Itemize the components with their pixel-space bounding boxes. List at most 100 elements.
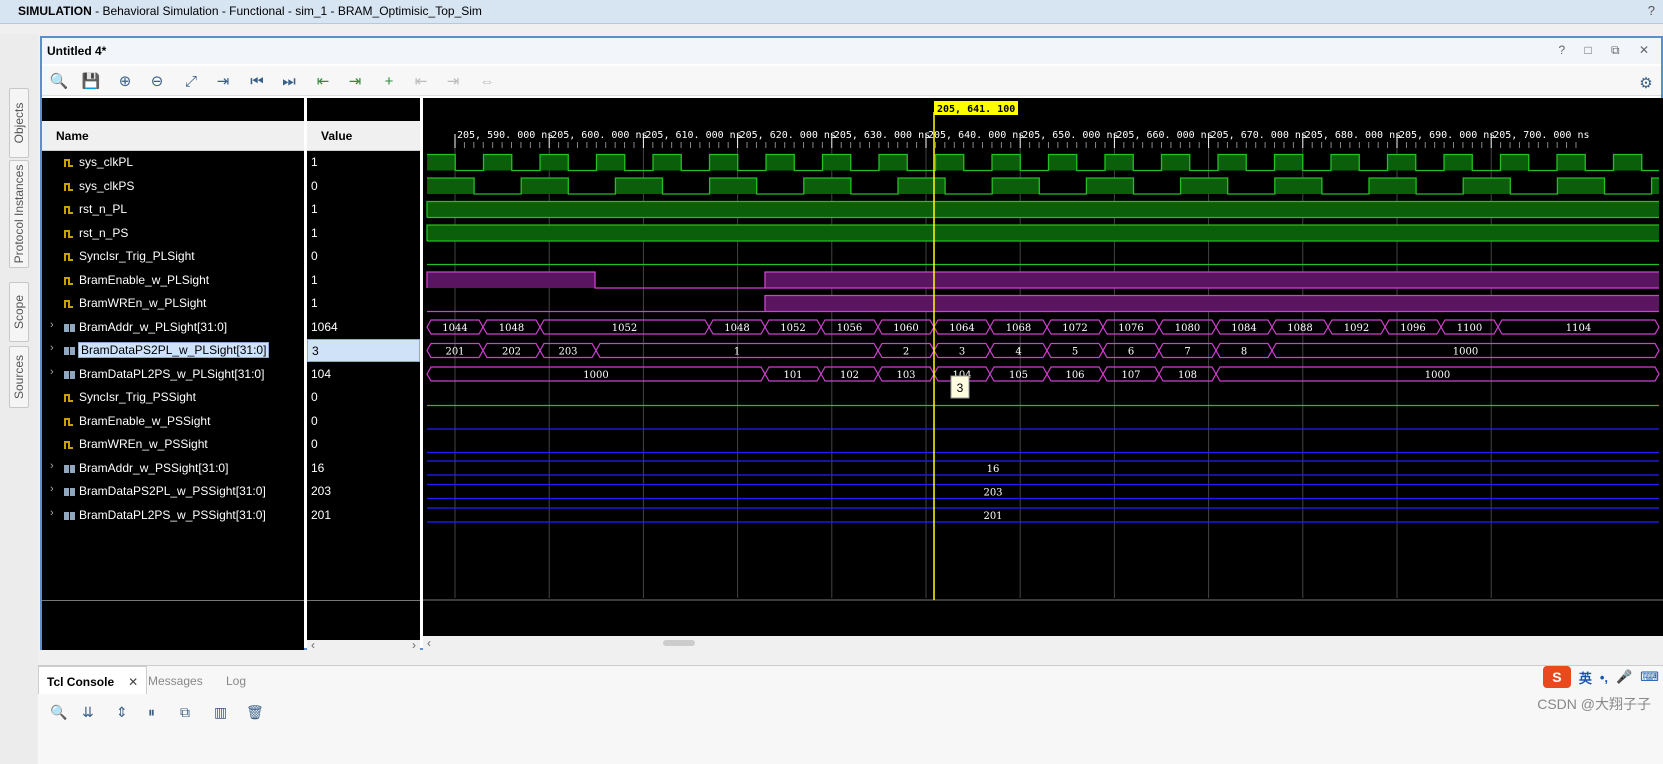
- bus-constant-trace: [427, 483, 1659, 500]
- keyboard-icon[interactable]: ⌨: [1640, 669, 1659, 685]
- expand-chevron-icon[interactable]: ›: [50, 460, 54, 472]
- expand-chevron-icon[interactable]: ›: [50, 319, 54, 331]
- signal-row[interactable]: › BramAddr_w_PSSight[31:0]: [42, 457, 304, 480]
- bus-value-label: 1000: [1425, 370, 1450, 381]
- bus-value-label: 1076: [1118, 323, 1143, 334]
- swap-cursors-icon[interactable]: ⇔: [476, 70, 498, 92]
- bus-value-label: 1064: [949, 323, 974, 334]
- signal-row[interactable]: rst_n_PL: [42, 198, 304, 221]
- clock-high-segment: [427, 154, 456, 171]
- pause-icon[interactable]: ⏸: [148, 704, 155, 721]
- signal-name: BramAddr_w_PSSight[31:0]: [79, 460, 229, 475]
- signal-row[interactable]: › BramDataPS2PL_w_PSSight[31:0]: [42, 480, 304, 503]
- signal-row[interactable]: rst_n_PS: [42, 222, 304, 245]
- next-transition-icon[interactable]: ⇥: [344, 70, 366, 92]
- signal-row[interactable]: › BramAddr_w_PLSight[31:0]: [42, 316, 304, 339]
- go-to-end-icon[interactable]: ⏭: [278, 70, 300, 92]
- go-to-start-icon[interactable]: ⏮: [246, 70, 268, 92]
- next-marker-icon[interactable]: ⇥: [442, 70, 464, 92]
- signal-row[interactable]: sys_clkPS: [42, 175, 304, 198]
- ime-logo-icon[interactable]: S: [1542, 666, 1571, 688]
- signal-row[interactable]: BramWREn_w_PSSight: [42, 433, 304, 456]
- ruler-label: 205, 640. 000 ns: [928, 130, 1024, 141]
- zoom-in-icon[interactable]: ⊕: [114, 70, 136, 92]
- bus-constant-trace: [427, 460, 1659, 476]
- signal-row[interactable]: BramEnable_w_PSSight: [42, 410, 304, 433]
- clock-high-segment: [653, 154, 682, 171]
- bus-value-label: 3: [959, 347, 965, 358]
- signal-value: 104: [311, 366, 332, 381]
- clock-high-segment: [1651, 178, 1659, 194]
- previous-marker-icon[interactable]: ⇤: [410, 70, 432, 92]
- previous-transition-icon[interactable]: ⇤: [312, 70, 334, 92]
- zoom-fit-icon[interactable]: ⤢: [180, 70, 202, 92]
- wire-signal-icon: [64, 181, 74, 191]
- clock-high-segment: [1218, 154, 1247, 171]
- columns-icon[interactable]: ▥: [214, 704, 227, 721]
- value-horizontal-scrollbar[interactable]: ‹ ›: [307, 638, 420, 652]
- signal-row[interactable]: sys_clkPL: [42, 151, 304, 174]
- window-controls[interactable]: ? □ ⧉ ✕: [1558, 43, 1657, 58]
- punctuation-icon[interactable]: •,: [1600, 670, 1608, 685]
- value-column-header[interactable]: Value: [307, 121, 420, 151]
- clock-high-segment: [879, 154, 908, 171]
- tab-log[interactable]: Log: [218, 666, 254, 694]
- bus-signal-icon: [64, 510, 75, 520]
- add-marker-icon[interactable]: +: [378, 70, 400, 92]
- waveform-canvas[interactable]: 205, 590. 000 ns 205, 600. 000 ns 205, 610…: [423, 98, 1663, 650]
- signal-row[interactable]: SyncIsr_Trig_PLSight: [42, 245, 304, 268]
- watermark: CSDN @大翔子子: [1537, 696, 1651, 712]
- bus-value-label: 1000: [583, 370, 608, 381]
- clock-high-segment: [1048, 154, 1077, 171]
- settings-gear-icon[interactable]: ⚙: [1635, 72, 1657, 94]
- go-to-cursor-icon[interactable]: ⇥: [212, 70, 234, 92]
- help-icon[interactable]: ?: [1648, 3, 1655, 18]
- copy-icon[interactable]: ⧉: [180, 704, 190, 721]
- search-icon[interactable]: 🔍: [48, 70, 70, 92]
- signal-name: rst_n_PS: [79, 225, 129, 240]
- clock-high-segment: [1274, 178, 1322, 194]
- expand-chevron-icon[interactable]: ›: [50, 342, 54, 354]
- search-icon[interactable]: 🔍: [50, 704, 67, 721]
- ime-language[interactable]: 英: [1579, 668, 1592, 687]
- reset-high-fill: [427, 225, 1659, 241]
- signal-name-pane: Name sys_clkPL sys_clkPS rst_n_PL rst_n_PS S…: [42, 98, 304, 650]
- signal-row[interactable]: › BramDataPL2PS_w_PSSight[31:0]: [42, 504, 304, 527]
- clock-high-segment: [1105, 154, 1134, 171]
- signal-row[interactable]: BramEnable_w_PLSight: [42, 269, 304, 292]
- expand-chevron-icon[interactable]: ›: [50, 483, 54, 495]
- clock-high-segment: [1387, 154, 1416, 171]
- bus-signal-icon: [64, 345, 75, 355]
- tab-sources[interactable]: Sources: [9, 346, 29, 408]
- zoom-out-icon[interactable]: ⊖: [146, 70, 168, 92]
- signal-value: 0: [311, 249, 318, 263]
- expand-chevron-icon[interactable]: ›: [50, 366, 54, 378]
- pane-divider: [307, 600, 420, 601]
- tab-protocol-instances[interactable]: Protocol Instances: [9, 160, 29, 268]
- ruler-label: 205, 610. 000 ns: [645, 130, 741, 141]
- name-column-header[interactable]: Name: [42, 121, 304, 151]
- ruler-label: 205, 600. 000 ns: [551, 130, 647, 141]
- bus-value-label: 103: [896, 370, 915, 381]
- microphone-icon[interactable]: 🎤: [1616, 669, 1632, 685]
- save-icon[interactable]: 💾: [80, 70, 102, 92]
- collapse-all-icon[interactable]: ⇊: [82, 704, 94, 721]
- tab-scope[interactable]: Scope: [9, 282, 29, 342]
- tab-objects[interactable]: Objects: [9, 88, 29, 158]
- delete-icon[interactable]: 🗑: [246, 704, 264, 721]
- clock-high-segment: [766, 154, 795, 171]
- clock-high-segment: [709, 154, 738, 171]
- pane-divider: [42, 600, 304, 601]
- bus-value-label: 1072: [1062, 323, 1087, 334]
- signal-row[interactable]: › BramDataPS2PL_w_PLSight[31:0]: [42, 339, 304, 362]
- expand-chevron-icon[interactable]: ›: [50, 507, 54, 519]
- close-icon[interactable]: ✕: [128, 675, 138, 689]
- signal-row[interactable]: BramWREn_w_PLSight: [42, 292, 304, 315]
- ime-toolbar[interactable]: S 英 •, 🎤 ⌨: [1542, 666, 1659, 688]
- expand-all-icon[interactable]: ⇕: [116, 704, 128, 721]
- bus-value-label: 201: [983, 511, 1002, 522]
- tab-tcl-console[interactable]: Tcl Console ✕: [38, 666, 148, 694]
- tab-messages[interactable]: Messages: [140, 666, 211, 694]
- signal-row[interactable]: SyncIsr_Trig_PSSight: [42, 386, 304, 409]
- signal-row[interactable]: › BramDataPL2PS_w_PLSight[31:0]: [42, 363, 304, 386]
